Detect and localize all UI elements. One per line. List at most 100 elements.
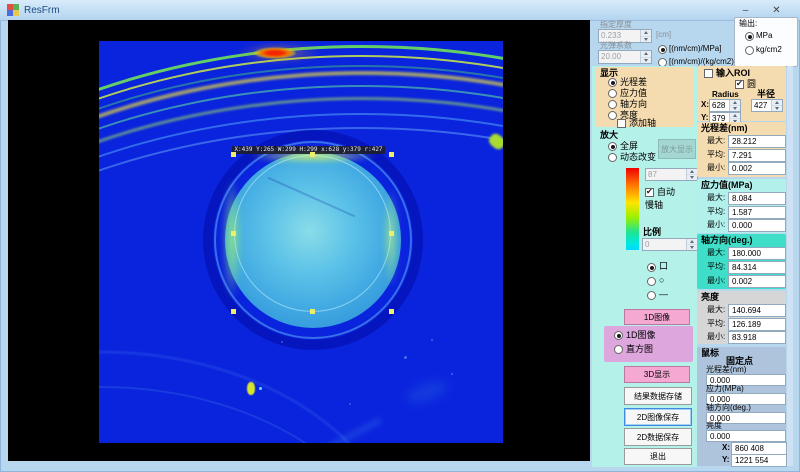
mouse-opd-label: 光程差(nm) [706, 366, 746, 374]
zoom-full-radio[interactable] [608, 142, 617, 151]
exit-button[interactable]: 退出 [624, 448, 692, 465]
output-kg-label: kg/cm2 [756, 46, 782, 54]
minimize-button[interactable]: – [737, 3, 754, 17]
unit-mpa-label: [(nm/cm)/MPa] [669, 45, 721, 53]
mouse-y-label: Y: [722, 456, 729, 464]
save-2d-data-button[interactable]: 2D数据保存 [624, 428, 692, 446]
shape-square-label: 口 [659, 262, 668, 271]
thickness-unit: [cm] [656, 31, 671, 39]
shape-circle-radio[interactable] [647, 277, 656, 286]
speck-cyan [259, 387, 262, 390]
output-kg-radio[interactable] [745, 46, 754, 55]
display-stress-label: 应力值 [620, 89, 647, 98]
axis-avg-label: 平均: [707, 263, 725, 271]
plot-hist-label: 直方图 [626, 345, 653, 354]
stress-min-label: 最小: [707, 221, 725, 229]
coefficient-spinner[interactable]: 20.00 [598, 50, 652, 64]
zoom-full-label: 全屏 [620, 142, 638, 151]
1d-image-button[interactable]: 1D图像 [624, 309, 690, 325]
roi-x-spinner[interactable]: 628 [709, 99, 741, 112]
plot-hist-radio[interactable] [614, 345, 623, 354]
thickness-label: 指定厚度 [600, 21, 632, 29]
roi-radius-spinner[interactable]: 427 [751, 99, 783, 112]
radius-en-label: Radius [712, 91, 739, 99]
close-button[interactable]: ✕ [768, 3, 785, 17]
axis-max-value: 180.000 [728, 247, 786, 260]
roi-handle-nw[interactable] [231, 152, 236, 157]
mouse-title: 鼠标 [701, 349, 719, 358]
speck [404, 356, 407, 359]
unit-kg-label: [(nm/cm)/(kg/cm2)] [669, 58, 736, 66]
display-stress-radio[interactable] [608, 89, 617, 98]
zoom-dynamic-radio[interactable] [608, 153, 617, 162]
zoom-title: 放大 [600, 131, 618, 140]
speck [431, 339, 433, 341]
app-icon [7, 4, 19, 16]
input-roi-checkbox[interactable] [704, 69, 713, 78]
radius-cn-label: 半径 [757, 90, 775, 99]
roi-circle-checkbox[interactable] [735, 80, 744, 89]
display-axis-radio[interactable] [608, 100, 617, 109]
bright-avg-label: 平均: [707, 320, 725, 328]
opd-stats-title: 光程差(nm) [701, 124, 748, 133]
roi-handle-s[interactable] [310, 309, 315, 314]
stress-avg-value: 1.587 [728, 206, 786, 219]
display-opd-label: 光程差 [620, 78, 647, 87]
auto-label: 自动 [657, 188, 675, 197]
opd-max-label: 最大: [707, 137, 725, 145]
add-axis-checkbox[interactable] [617, 119, 626, 128]
axis-min-label: 最小: [707, 277, 725, 285]
roi-handle-se[interactable] [389, 309, 394, 314]
opd-max-value: 28.212 [728, 135, 786, 148]
window-title: ResFrm [24, 5, 60, 16]
shape-line-label: — [659, 290, 668, 299]
mouse-stress-label: 应力(MPa) [706, 385, 744, 393]
scale-spinner[interactable]: 0 [642, 238, 698, 251]
roi-y-label: Y: [701, 114, 708, 122]
roi-handle-ne[interactable] [389, 152, 394, 157]
roi-handle-n[interactable] [310, 152, 315, 157]
save-result-button[interactable]: 结果数据存储 [624, 387, 692, 405]
brightness-stats-title: 亮度 [701, 293, 719, 302]
speck [281, 341, 283, 343]
mouse-y-value: 1221 554 [731, 454, 787, 467]
bright-max-value: 140.694 [728, 304, 786, 317]
roi-circle[interactable] [234, 155, 391, 312]
opd-avg-value: 7.291 [728, 149, 786, 162]
display-title: 显示 [600, 69, 618, 78]
roi-x-label: X: [701, 101, 709, 109]
panel-scrollbar[interactable] [787, 66, 793, 466]
output-mpa-radio[interactable] [745, 32, 754, 41]
zoom-dynamic-label: 动态改变 [620, 153, 656, 162]
output-mpa-label: MPa [756, 32, 772, 40]
zoom-display-button[interactable]: 放大显示 [658, 139, 696, 159]
input-roi-label: 输入ROI [716, 69, 750, 78]
shape-line-radio[interactable] [647, 291, 656, 300]
opd-min-value: 0.002 [728, 162, 786, 175]
axis-avg-value: 84.314 [728, 261, 786, 274]
measurement-image[interactable]: X:439 Y:265 W:299 H:299 x:628 y:379 r:42… [99, 41, 503, 443]
save-2d-image-button[interactable]: 2D图像保存 [624, 408, 692, 426]
stress-avg-label: 平均: [707, 208, 725, 216]
bright-min-value: 83.918 [728, 331, 786, 344]
roi-handle-w[interactable] [231, 231, 236, 236]
roi-handle-sw[interactable] [231, 309, 236, 314]
axis-stats-title: 轴方向(deg.) [701, 236, 753, 245]
title-bar: ResFrm – ✕ [0, 0, 800, 21]
mouse-bright-value: 0.000 [706, 430, 786, 442]
axis-max-label: 最大: [707, 249, 725, 257]
hotspot-red [253, 47, 297, 59]
level-spinner[interactable]: 87 [645, 168, 698, 181]
3d-display-button[interactable]: 3D显示 [624, 366, 690, 383]
unit-mpa-radio[interactable] [658, 45, 667, 54]
display-bright-radio[interactable] [608, 111, 617, 120]
roi-caption: X:439 Y:265 W:299 H:299 x:628 y:379 r:42… [232, 146, 385, 154]
roi-handle-e[interactable] [389, 231, 394, 236]
slow-axis-label: 慢轴 [645, 201, 663, 210]
shape-square-radio[interactable] [647, 263, 656, 272]
display-opd-radio[interactable] [608, 78, 617, 87]
bright-max-label: 最大: [707, 306, 725, 314]
axis-min-value: 0.002 [728, 275, 786, 288]
auto-checkbox[interactable] [645, 188, 654, 197]
plot-1d-radio[interactable] [614, 331, 623, 340]
